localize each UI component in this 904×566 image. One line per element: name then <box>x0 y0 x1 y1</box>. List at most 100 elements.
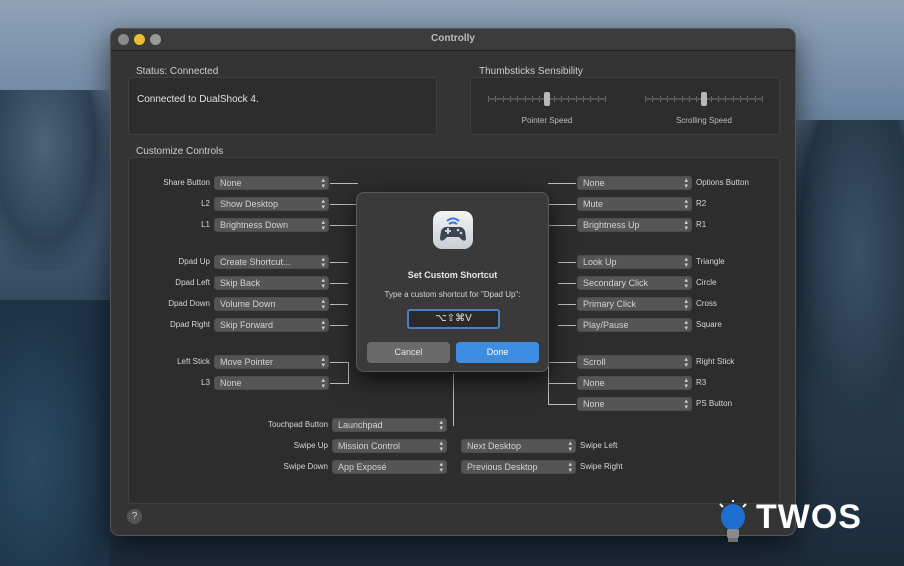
connector-line <box>453 374 454 426</box>
circle-label: Circle <box>696 278 717 287</box>
pointer-speed-label: Pointer Speed <box>521 116 573 125</box>
swipe-down-select[interactable]: App Exposé ▴ ▾ <box>332 460 447 474</box>
ps-button-select[interactable]: None ▴ ▾ <box>577 397 692 411</box>
triangle-select[interactable]: Look Up ▴ ▾ <box>577 255 692 269</box>
lightbulb-icon <box>719 500 747 542</box>
chevron-updown-icon: ▴ ▾ <box>684 319 688 332</box>
chevron-updown-icon: ▴ ▾ <box>568 440 572 453</box>
status-label: Status: Connected <box>136 66 219 77</box>
l3-select[interactable]: None ▴ ▾ <box>214 376 329 390</box>
l2-label: L2 <box>201 199 210 208</box>
swipe-up-select[interactable]: Mission Control ▴ ▾ <box>332 439 447 453</box>
connector-line <box>330 362 348 363</box>
cross-select[interactable]: Primary Click ▴ ▾ <box>577 297 692 311</box>
sensibility-box: Pointer Speed Scrolling Speed <box>470 77 780 135</box>
l1-select[interactable]: Brightness Down ▴ ▾ <box>214 218 329 232</box>
connector-line <box>548 183 576 184</box>
twos-watermark: TWOS <box>716 494 902 564</box>
status-text: Connected to DualShock 4. <box>137 94 259 105</box>
shortcut-input[interactable]: ⌥⇧⌘V <box>407 309 500 329</box>
l3-label: L3 <box>201 378 210 387</box>
square-select[interactable]: Play/Pause ▴ ▾ <box>577 318 692 332</box>
connector-line <box>548 404 576 405</box>
chevron-updown-icon: ▴ ▾ <box>321 377 325 390</box>
dpad-down-label: Dpad Down <box>168 299 210 308</box>
window-title: Controlly <box>431 33 475 44</box>
connector-line <box>330 262 348 263</box>
right-stick-select[interactable]: Scroll ▴ ▾ <box>577 355 692 369</box>
chevron-updown-icon: ▴ ▾ <box>321 298 325 311</box>
desktop-island <box>0 90 110 270</box>
dpad-up-label: Dpad Up <box>178 257 210 266</box>
swipe-right-select[interactable]: Previous Desktop ▴ ▾ <box>461 460 576 474</box>
connector-line <box>348 362 349 384</box>
r2-select[interactable]: Mute ▴ ▾ <box>577 197 692 211</box>
swipe-up-label: Swipe Up <box>293 441 328 450</box>
pointer-speed-slider[interactable] <box>488 92 606 106</box>
dialog-title: Set Custom Shortcut <box>407 270 498 280</box>
chevron-updown-icon: ▴ ▾ <box>321 277 325 290</box>
desktop-island-right <box>789 120 904 450</box>
dpad-right-select[interactable]: Skip Forward ▴ ▾ <box>214 318 329 332</box>
touchpad-button-label: Touchpad Button <box>267 420 328 429</box>
chevron-updown-icon: ▴ ▾ <box>568 461 572 474</box>
dialog-message: Type a custom shortcut for "Dpad Up": <box>384 290 521 299</box>
connector-line <box>330 283 348 284</box>
connector-line <box>558 283 576 284</box>
gamepad-icon <box>433 211 473 249</box>
done-button[interactable]: Done <box>456 342 539 363</box>
ps-button-label: PS Button <box>696 399 733 408</box>
left-stick-label: Left Stick <box>177 357 210 366</box>
dpad-left-label: Dpad Left <box>175 278 210 287</box>
dpad-down-select[interactable]: Volume Down ▴ ▾ <box>214 297 329 311</box>
cross-label: Cross <box>696 299 717 308</box>
connector-line <box>330 204 358 205</box>
chevron-updown-icon: ▴ ▾ <box>684 177 688 190</box>
square-label: Square <box>696 320 722 329</box>
dpad-up-select[interactable]: Create Shortcut... ▴ ▾ <box>214 255 329 269</box>
slider-knob[interactable] <box>544 92 550 106</box>
chevron-updown-icon: ▴ ▾ <box>439 461 443 474</box>
dpad-right-label: Dpad Right <box>169 320 210 329</box>
r1-label: R1 <box>696 220 707 229</box>
chevron-updown-icon: ▴ ▾ <box>684 377 688 390</box>
options-button-select[interactable]: None ▴ ▾ <box>577 176 692 190</box>
swipe-left-select[interactable]: Next Desktop ▴ ▾ <box>461 439 576 453</box>
connector-line <box>548 225 576 226</box>
triangle-label: Triangle <box>696 257 725 266</box>
touchpad-button-select[interactable]: Launchpad ▴ ▾ <box>332 418 447 432</box>
chevron-updown-icon: ▴ ▾ <box>684 356 688 369</box>
desktop-sea <box>0 300 110 566</box>
r3-label: R3 <box>696 378 707 387</box>
swipe-left-label: Swipe Left <box>580 441 618 450</box>
chevron-updown-icon: ▴ ▾ <box>684 256 688 269</box>
customize-label: Customize Controls <box>136 146 224 157</box>
cancel-button[interactable]: Cancel <box>367 342 450 363</box>
chevron-updown-icon: ▴ ▾ <box>321 198 325 211</box>
chevron-updown-icon: ▴ ▾ <box>321 356 325 369</box>
chevron-updown-icon: ▴ ▾ <box>684 277 688 290</box>
chevron-updown-icon: ▴ ▾ <box>439 440 443 453</box>
r3-select[interactable]: None ▴ ▾ <box>577 376 692 390</box>
connector-line <box>548 204 576 205</box>
chevron-updown-icon: ▴ ▾ <box>684 398 688 411</box>
chevron-updown-icon: ▴ ▾ <box>684 219 688 232</box>
circle-select[interactable]: Secondary Click ▴ ▾ <box>577 276 692 290</box>
chevron-updown-icon: ▴ ▾ <box>321 177 325 190</box>
help-button[interactable]: ? <box>127 509 142 524</box>
chevron-updown-icon: ▴ ▾ <box>321 219 325 232</box>
r1-select[interactable]: Brightness Up ▴ ▾ <box>577 218 692 232</box>
scrolling-speed-label: Scrolling Speed <box>675 116 733 125</box>
sensibility-label: Thumbsticks Sensibility <box>479 66 583 77</box>
connector-line <box>548 383 576 384</box>
l2-select[interactable]: Show Desktop ▴ ▾ <box>214 197 329 211</box>
left-stick-select[interactable]: Move Pointer ▴ ▾ <box>214 355 329 369</box>
swipe-right-label: Swipe Right <box>580 462 623 471</box>
l1-label: L1 <box>201 220 210 229</box>
scrolling-speed-slider[interactable] <box>645 92 763 106</box>
titlebar: Controlly <box>111 29 795 51</box>
share-button-select[interactable]: None ▴ ▾ <box>214 176 329 190</box>
r2-label: R2 <box>696 199 707 208</box>
dpad-left-select[interactable]: Skip Back ▴ ▾ <box>214 276 329 290</box>
slider-knob[interactable] <box>701 92 707 106</box>
